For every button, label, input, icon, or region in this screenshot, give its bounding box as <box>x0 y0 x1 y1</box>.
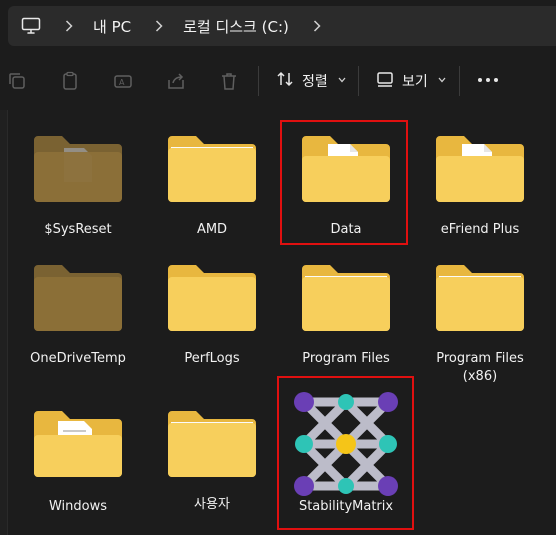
stability-matrix-icon <box>284 382 408 496</box>
toolbar-divider <box>459 66 460 96</box>
chevron-down-icon <box>438 76 446 86</box>
address-bar[interactable]: 내 PC 로컬 디스크 (C:) <box>8 6 556 46</box>
chevron-right-icon[interactable] <box>309 18 325 34</box>
folder-item-data[interactable]: Data <box>284 122 408 240</box>
navigation-pane-edge[interactable] <box>0 110 8 535</box>
toolbar-divider <box>358 66 359 96</box>
paste-icon[interactable] <box>59 70 81 92</box>
command-bar: A 정렬 보기 <box>0 54 556 110</box>
toolbar-divider <box>258 66 259 96</box>
hidden-folder-icon <box>16 130 140 216</box>
sort-icon <box>276 70 294 92</box>
folder-item-efriend-plus[interactable]: eFriend Plus <box>418 122 542 240</box>
folder-item-amd[interactable]: AMD <box>150 122 274 240</box>
sort-label: 정렬 <box>302 74 328 90</box>
item-label: Windows <box>48 499 108 514</box>
item-label: $SysReset <box>44 222 112 237</box>
item-label: StabilityMatrix <box>298 499 394 514</box>
folder-icon <box>418 259 542 345</box>
folder-icon <box>16 405 140 491</box>
delete-icon[interactable] <box>218 70 240 92</box>
folder-icon <box>284 130 408 216</box>
item-label: eFriend Plus <box>440 222 520 237</box>
folder-icon <box>150 259 274 345</box>
folder-icon <box>284 259 408 345</box>
breadcrumb-local-disk[interactable]: 로컬 디스크 (C:) <box>183 16 289 37</box>
folder-item-onedrivetemp[interactable]: OneDriveTemp <box>16 251 140 369</box>
item-label: 사용자 <box>194 497 230 512</box>
copy-icon[interactable] <box>6 70 28 92</box>
folder-item-users[interactable]: 사용자 <box>150 397 274 515</box>
item-label: PerfLogs <box>184 351 240 366</box>
folder-item-sysreset[interactable]: $SysReset <box>16 122 140 240</box>
item-label: OneDriveTemp <box>30 351 126 366</box>
app-item-stabilitymatrix[interactable]: StabilityMatrix <box>284 382 408 514</box>
folder-icon <box>418 130 542 216</box>
view-icon <box>376 70 394 92</box>
folder-item-perflogs[interactable]: PerfLogs <box>150 251 274 369</box>
folder-icon <box>150 130 274 216</box>
chevron-right-icon[interactable] <box>151 18 167 34</box>
folder-icon <box>150 405 274 491</box>
folder-item-program-files-x86[interactable]: Program Files (x86) <box>418 251 542 384</box>
item-label-line2: (x86) <box>462 369 498 384</box>
chevron-down-icon <box>338 76 346 86</box>
item-label: Program Files <box>302 351 390 366</box>
more-options-icon[interactable] <box>476 68 500 92</box>
view-button[interactable]: 보기 <box>376 66 446 96</box>
breadcrumb-this-pc[interactable]: 내 PC <box>93 16 131 37</box>
chevron-right-icon[interactable] <box>61 18 77 34</box>
folder-item-program-files[interactable]: Program Files <box>284 251 408 369</box>
view-label: 보기 <box>402 74 428 90</box>
folder-item-windows[interactable]: Windows <box>16 397 140 515</box>
hidden-folder-icon <box>16 259 140 345</box>
file-explorer-window: 내 PC 로컬 디스크 (C:) A 정렬 보기 $SysReset AMD D… <box>0 0 556 535</box>
share-icon[interactable] <box>165 70 187 92</box>
svg-text:A: A <box>119 78 125 87</box>
sort-button[interactable]: 정렬 <box>276 66 346 96</box>
item-label: Data <box>330 222 362 237</box>
monitor-icon[interactable] <box>21 16 41 36</box>
rename-icon[interactable]: A <box>112 70 134 92</box>
item-label-line1: Program Files <box>436 351 524 366</box>
item-label: AMD <box>196 222 228 237</box>
